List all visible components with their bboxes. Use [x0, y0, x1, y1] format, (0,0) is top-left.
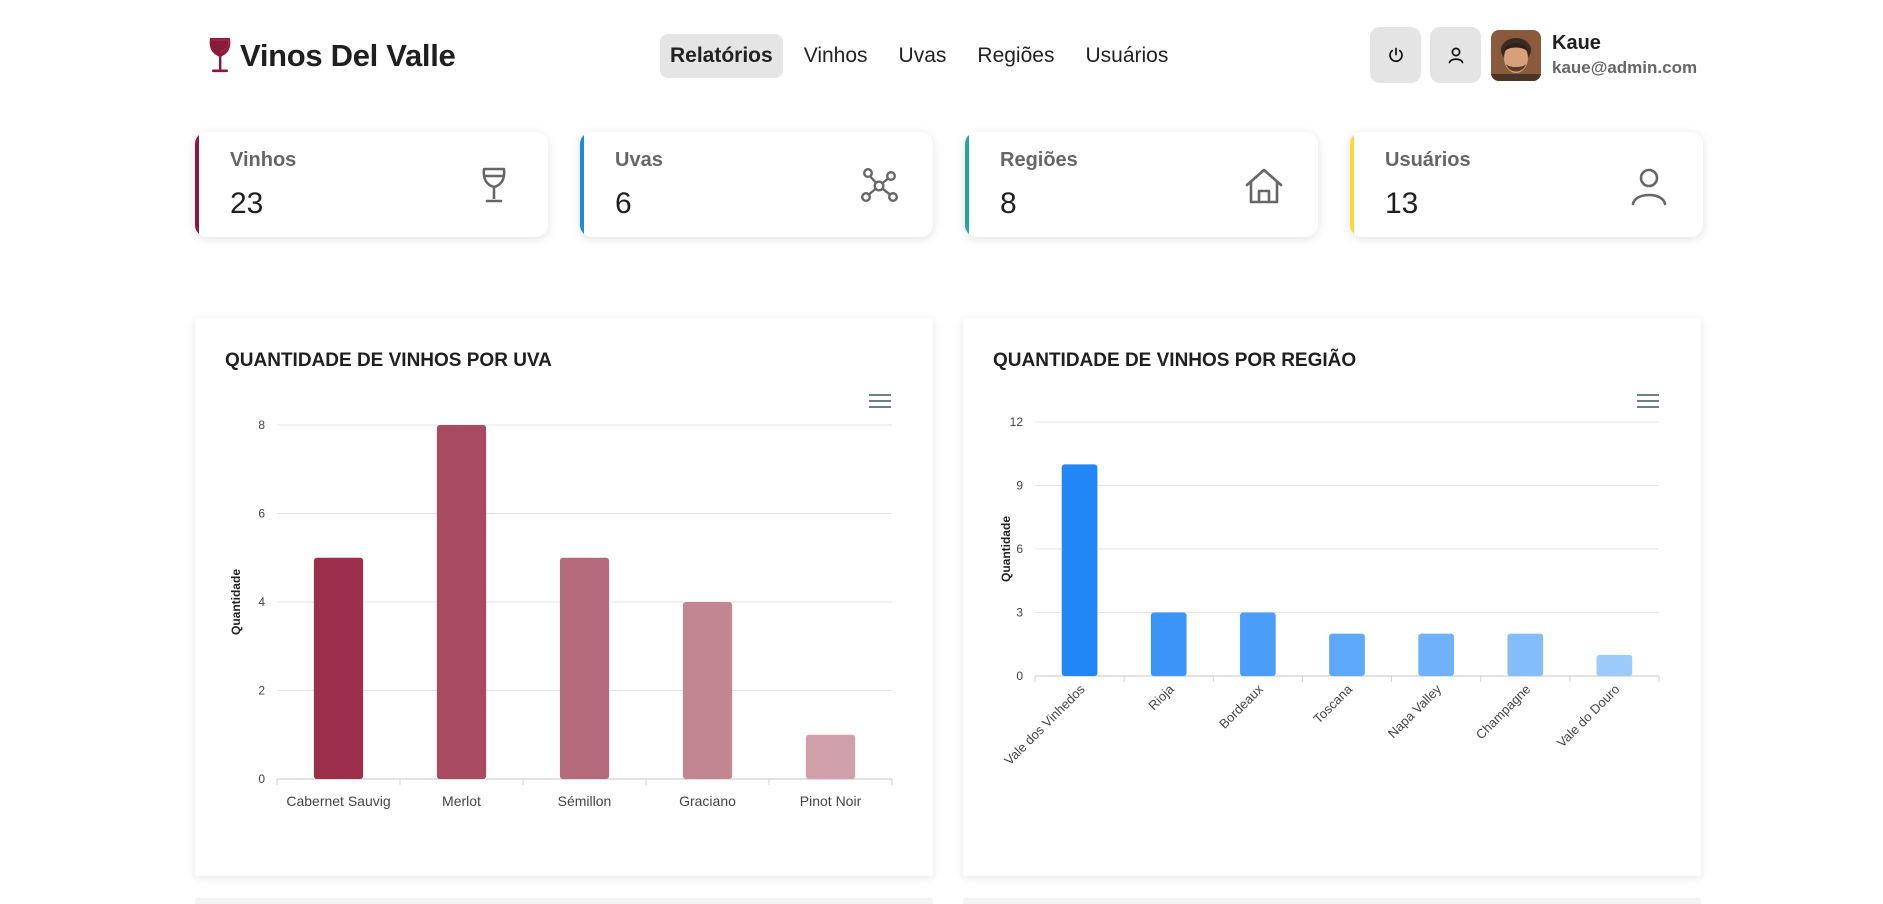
bar — [1418, 633, 1454, 676]
bar — [1061, 464, 1098, 676]
x-tick-label: Pinot Noir — [800, 793, 862, 809]
bar — [436, 425, 487, 779]
bar-chart-uva: 0 2 4 6 8 Quantidade Cabernet Sauvig Merlot Sémi… — [229, 418, 893, 809]
stat-card-usuarios[interactable]: Usuários 13 — [1350, 132, 1703, 237]
header: Vinos Del Valle Relatórios Vinhos Uvas R… — [0, 0, 1883, 110]
x-tick-label: Sémillon — [558, 793, 612, 809]
wine-glass-icon — [209, 38, 231, 73]
y-tick-label: 6 — [258, 507, 265, 521]
user-icon — [1448, 47, 1463, 64]
graph-nodes-icon — [861, 168, 899, 203]
user-name: Kaue — [1552, 32, 1601, 54]
x-tick-label: Rioja — [1145, 681, 1177, 713]
stat-label: Regiões — [1000, 149, 1078, 171]
bar — [1596, 654, 1633, 676]
y-tick-label: 8 — [258, 418, 265, 432]
house-icon — [1245, 168, 1283, 204]
avatar[interactable] — [1491, 29, 1541, 81]
profile-button[interactable] — [1430, 27, 1481, 83]
stat-label: Vinhos — [230, 149, 297, 171]
x-tick-label: Cabernet Sauvig — [286, 793, 390, 809]
main-nav: Relatórios Vinhos Uvas Regiões Usuários — [660, 34, 1189, 78]
y-tick-label: 0 — [1016, 669, 1023, 683]
stat-card-accent — [965, 132, 969, 237]
user-icon — [1631, 168, 1667, 206]
x-tick-label: Bordeaux — [1216, 681, 1266, 731]
stat-card-accent — [195, 132, 199, 237]
bar — [805, 734, 856, 779]
stat-value: 23 — [230, 187, 264, 220]
x-tick-label: Vale do Douro — [1554, 682, 1623, 751]
user-info: Kaue kaue@admin.com — [1552, 31, 1697, 79]
y-axis-label: Quantidade — [999, 516, 1013, 582]
x-tick-label: Champagne — [1473, 682, 1534, 743]
power-icon — [1388, 47, 1403, 63]
bar — [313, 557, 364, 779]
stat-value: 8 — [1000, 187, 1017, 220]
stat-card-regioes[interactable]: Regiões 8 — [965, 132, 1318, 237]
y-tick-label: 12 — [1010, 415, 1024, 429]
x-tick-label: Graciano — [679, 793, 736, 809]
stat-card-vinhos[interactable]: Vinhos 23 — [195, 132, 548, 237]
stat-label: Uvas — [615, 149, 663, 171]
nav-item-relatorios[interactable]: Relatórios — [660, 34, 783, 78]
x-tick-label: Vale dos Vinhedos — [1001, 681, 1088, 768]
y-axis-label: Quantidade — [229, 569, 243, 635]
x-tick-label: Toscana — [1310, 681, 1355, 726]
y-tick-label: 9 — [1016, 479, 1023, 493]
x-tick-label: Napa Valley — [1385, 681, 1445, 741]
y-tick-label: 2 — [258, 684, 265, 698]
bar — [1150, 612, 1187, 676]
stat-value: 13 — [1385, 187, 1419, 220]
app-title: Vinos Del Valle — [240, 38, 456, 73]
stat-label: Usuários — [1385, 149, 1471, 171]
user-area: Kaue kaue@admin.com — [1370, 27, 1697, 83]
nav-item-usuarios[interactable]: Usuários — [1075, 34, 1178, 78]
y-tick-label: 0 — [258, 772, 265, 786]
y-tick-label: 6 — [1016, 542, 1023, 556]
next-card-edge — [963, 898, 1701, 904]
wine-glass-icon — [482, 167, 506, 203]
chart-card-regiao: QUANTIDADE DE VINHOS POR REGIÃO 0 3 6 9 12 Qu… — [963, 318, 1701, 876]
nav-item-vinhos[interactable]: Vinhos — [794, 34, 878, 78]
user-email: kaue@admin.com — [1552, 58, 1698, 77]
stat-card-accent — [1350, 132, 1354, 237]
nav-item-uvas[interactable]: Uvas — [889, 34, 957, 78]
bar-chart-regiao: 0 3 6 9 12 Quantidade Vale dos Vinhedos Rioja Bo… — [999, 415, 1660, 768]
bar — [1240, 612, 1276, 676]
stat-card-uvas[interactable]: Uvas 6 — [580, 132, 933, 237]
app-logo[interactable]: Vinos Del Valle — [206, 36, 456, 76]
stat-card-accent — [580, 132, 584, 237]
bar — [1329, 633, 1365, 676]
chart-card-uva: QUANTIDADE DE VINHOS POR UVA 0 2 4 6 8 Quanti… — [195, 318, 933, 876]
nav-item-regioes[interactable]: Regiões — [967, 34, 1064, 78]
y-tick-label: 4 — [258, 595, 265, 609]
logout-button[interactable] — [1370, 27, 1421, 83]
bar — [559, 557, 610, 779]
bar — [1507, 633, 1544, 676]
bar — [682, 602, 733, 779]
y-tick-label: 3 — [1016, 606, 1023, 620]
avatar-image — [1491, 29, 1541, 81]
stat-value: 6 — [615, 187, 632, 220]
x-tick-label: Merlot — [442, 793, 481, 809]
next-card-edge — [195, 898, 933, 904]
